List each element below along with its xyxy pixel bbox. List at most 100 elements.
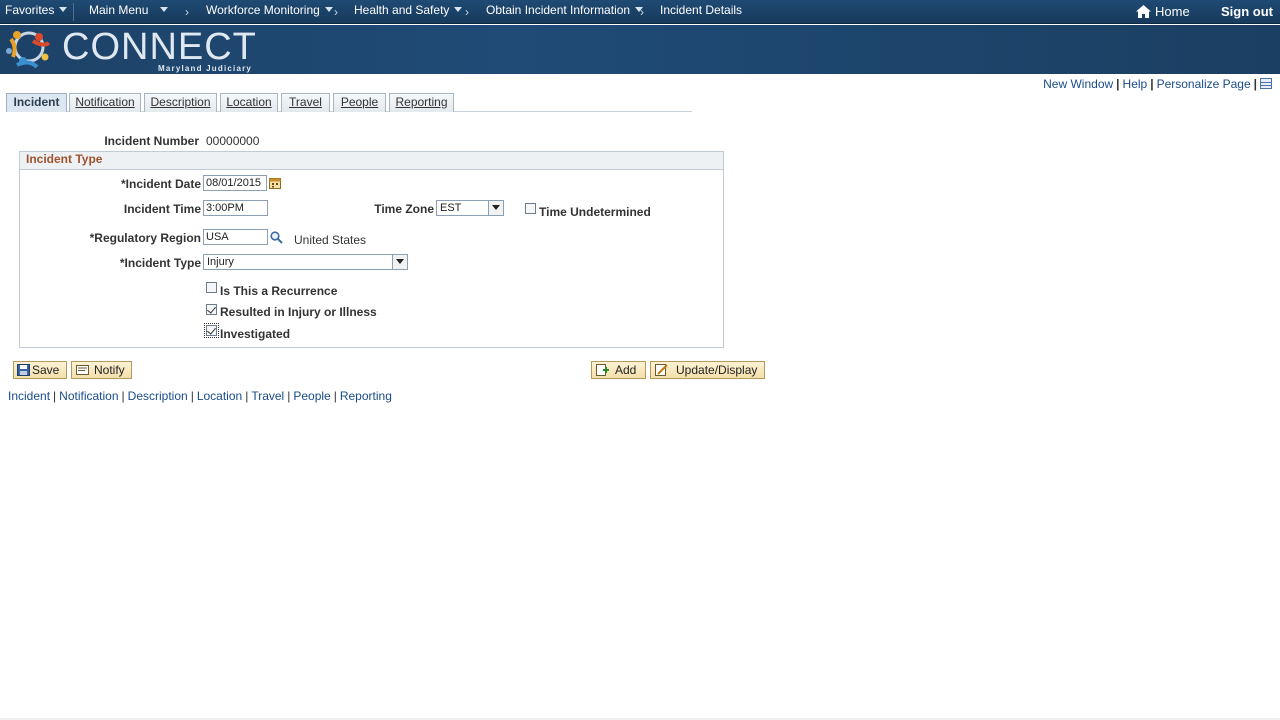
save-label: Save bbox=[32, 363, 60, 377]
save-button[interactable]: Save bbox=[13, 361, 67, 379]
regulatory-region-input[interactable] bbox=[203, 229, 268, 245]
tab-description[interactable]: Description bbox=[144, 93, 217, 112]
home-icon bbox=[1136, 5, 1151, 18]
breadcrumb-obtain-incident-information[interactable]: Obtain Incident Information bbox=[486, 0, 644, 24]
recurrence-label: Is This a Recurrence bbox=[220, 284, 338, 298]
incident-date-label: *Incident Date bbox=[120, 177, 201, 191]
incident-number-value: 00000000 bbox=[206, 134, 260, 148]
chevron-down-icon bbox=[160, 7, 169, 12]
breadcrumb-health-and-safety[interactable]: Health and Safety bbox=[354, 0, 463, 24]
bottom-link-people[interactable]: People bbox=[293, 389, 330, 403]
dropdown-arrow-icon bbox=[488, 201, 503, 215]
chevron-down-icon bbox=[59, 7, 68, 12]
update-display-icon bbox=[655, 364, 668, 376]
incident-type-label: *Incident Type bbox=[119, 256, 201, 270]
add-document-icon bbox=[596, 364, 609, 376]
notify-icon bbox=[76, 365, 89, 375]
breadcrumb-incident-details[interactable]: Incident Details bbox=[660, 0, 742, 24]
link-separator: | bbox=[53, 389, 57, 403]
bottom-link-reporting[interactable]: Reporting bbox=[340, 389, 392, 403]
breadcrumb-label: Workforce Monitoring bbox=[206, 3, 320, 17]
main-menu[interactable]: Main Menu bbox=[89, 0, 169, 24]
dropdown-arrow-icon bbox=[392, 255, 407, 269]
link-separator: | bbox=[121, 389, 125, 403]
favorites-label: Favorites bbox=[5, 3, 55, 17]
bottom-link-incident[interactable]: Incident bbox=[8, 389, 50, 403]
main-menu-label: Main Menu bbox=[89, 3, 149, 17]
save-icon bbox=[17, 364, 30, 376]
notify-button[interactable]: Notify bbox=[71, 361, 132, 379]
regulatory-region-label: *Regulatory Region bbox=[89, 231, 201, 245]
regulatory-region-description: United States bbox=[294, 233, 367, 247]
breadcrumb-label: Incident Details bbox=[660, 3, 743, 17]
incident-time-label: Incident Time bbox=[123, 202, 201, 216]
breadcrumb-separator-icon: › bbox=[465, 5, 469, 19]
time-zone-label: Time Zone bbox=[374, 202, 434, 216]
link-separator: | bbox=[1150, 77, 1154, 91]
page-links: New Window | Help | Personalize Page | bbox=[1043, 77, 1272, 91]
logo-text: CONNECT bbox=[62, 26, 257, 68]
add-label: Add bbox=[615, 363, 637, 377]
personalize-page-link[interactable]: Personalize Page bbox=[1157, 77, 1251, 91]
incident-time-input[interactable] bbox=[203, 200, 268, 216]
chevron-down-icon bbox=[324, 7, 333, 12]
link-separator: | bbox=[1253, 77, 1257, 91]
breadcrumb-workforce-monitoring[interactable]: Workforce Monitoring bbox=[206, 0, 333, 24]
time-zone-value: EST bbox=[440, 202, 462, 214]
notify-label: Notify bbox=[94, 363, 125, 377]
bottom-link-travel[interactable]: Travel bbox=[251, 389, 284, 403]
tab-people[interactable]: People bbox=[333, 93, 386, 112]
add-button[interactable]: Add bbox=[591, 361, 646, 379]
link-separator: | bbox=[1116, 77, 1120, 91]
time-undetermined-checkbox[interactable] bbox=[525, 203, 536, 214]
incident-type-group-header bbox=[19, 151, 724, 170]
lookup-search-icon[interactable] bbox=[270, 231, 283, 244]
recurrence-checkbox[interactable] bbox=[206, 282, 217, 293]
incident-date-input[interactable] bbox=[203, 175, 267, 191]
tab-location[interactable]: Location bbox=[220, 93, 278, 112]
page-layout-icon[interactable] bbox=[1260, 78, 1272, 89]
sign-out-link[interactable]: Sign out bbox=[1221, 0, 1273, 24]
breadcrumb-label: Obtain Incident Information bbox=[486, 3, 631, 17]
incident-number-label: Incident Number bbox=[104, 134, 199, 148]
bottom-link-description[interactable]: Description bbox=[128, 389, 188, 403]
tab-incident[interactable]: Incident bbox=[6, 93, 67, 112]
breadcrumb-separator-icon: › bbox=[185, 5, 189, 19]
investigated-checkbox[interactable] bbox=[204, 323, 219, 338]
link-separator: | bbox=[190, 389, 194, 403]
banner: CONNECT Maryland Judiciary bbox=[0, 25, 1280, 74]
tab-reporting[interactable]: Reporting bbox=[389, 93, 454, 112]
bottom-page-links: Incident | Notification | Description | Locati… bbox=[8, 389, 392, 403]
update-display-label: Update/Display bbox=[676, 363, 758, 377]
update-display-button[interactable]: Update/Display bbox=[650, 361, 765, 379]
breadcrumb-separator-icon: › bbox=[640, 5, 644, 19]
time-undetermined-label: Time Undetermined bbox=[539, 205, 651, 219]
favorites-menu[interactable]: Favorites bbox=[5, 0, 68, 24]
link-separator: | bbox=[287, 389, 291, 403]
connect-logo-icon bbox=[6, 31, 51, 69]
home-label: Home bbox=[1155, 4, 1190, 19]
group-title: Incident Type bbox=[26, 152, 103, 166]
link-separator: | bbox=[333, 389, 337, 403]
investigated-label: Investigated bbox=[220, 327, 291, 341]
breadcrumb-label: Health and Safety bbox=[354, 3, 450, 17]
incident-type-select[interactable]: Injury bbox=[203, 254, 408, 270]
bottom-link-notification[interactable]: Notification bbox=[59, 389, 118, 403]
tab-notification[interactable]: Notification bbox=[69, 93, 141, 112]
injury-illness-checkbox[interactable] bbox=[206, 304, 217, 315]
link-separator: | bbox=[245, 389, 249, 403]
home-link[interactable]: Home bbox=[1136, 0, 1190, 24]
help-link[interactable]: Help bbox=[1123, 77, 1148, 91]
injury-illness-label: Resulted in Injury or Illness bbox=[220, 305, 377, 319]
chevron-down-icon bbox=[454, 7, 463, 12]
new-window-link[interactable]: New Window bbox=[1043, 77, 1113, 91]
incident-type-value: Injury bbox=[207, 256, 234, 268]
nav-divider bbox=[73, 3, 74, 21]
breadcrumb-separator-icon: › bbox=[334, 5, 338, 19]
top-nav-bar: Favorites Main Menu › Workforce Monitori… bbox=[0, 0, 1280, 24]
tab-travel[interactable]: Travel bbox=[281, 93, 330, 112]
logo-subtitle: Maryland Judiciary bbox=[158, 64, 253, 73]
time-zone-select[interactable]: EST bbox=[436, 200, 504, 216]
bottom-link-location[interactable]: Location bbox=[197, 389, 242, 403]
calendar-icon[interactable] bbox=[269, 177, 281, 189]
